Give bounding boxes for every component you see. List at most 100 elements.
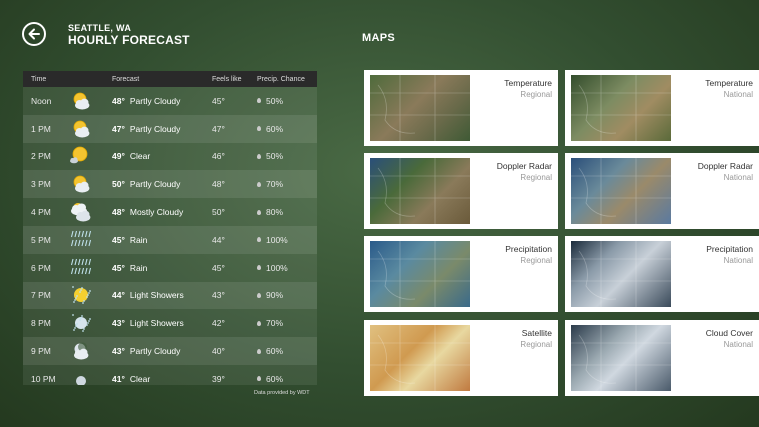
map-outline-icon [571, 158, 671, 224]
map-tile-regional-temp[interactable]: Temperature Regional [364, 70, 558, 146]
time-cell: 8 PM [23, 311, 112, 335]
column-header-time: Time [31, 75, 47, 83]
map-label: Temperature National [705, 78, 753, 99]
column-header-feels-like: Feels like [212, 75, 242, 83]
raindrop-icon [257, 237, 261, 243]
temperature: 48° [112, 95, 125, 106]
table-row: 3 PM 50° Partly Cloudy 48° 70% [23, 170, 317, 199]
feels-like: 45° [212, 262, 225, 273]
partly-cloudy-icon [73, 92, 90, 110]
time-label: 3 PM [31, 179, 51, 190]
time-label: 5 PM [31, 234, 51, 245]
map-name: Satellite [521, 328, 552, 338]
precip-chance: 70% [266, 318, 284, 329]
time-cell: 2 PM [23, 144, 112, 168]
table-row: 1 PM 47° Partly Cloudy 47° 60% [23, 114, 317, 143]
raindrop-icon [257, 126, 261, 132]
feels-like: 50° [212, 207, 225, 218]
time-cell: 7 PM [23, 283, 112, 307]
map-tile-national-cloud[interactable]: Cloud Cover National [565, 320, 759, 396]
forecast-cell: 48° Mostly Cloudy [112, 207, 212, 217]
feels-like: 45° [212, 95, 225, 106]
map-thumbnail [571, 241, 671, 307]
raindrop-icon [257, 348, 261, 354]
map-thumbnail [571, 325, 671, 391]
time-label: 8 PM [31, 318, 51, 329]
forecast-cell: 47° Partly Cloudy [112, 124, 212, 134]
map-thumbnail [370, 75, 470, 141]
raindrop-icon [257, 98, 261, 104]
map-outline-icon [571, 241, 671, 307]
forecast-cell: 45° Rain [112, 235, 212, 245]
map-label: Doppler Radar Regional [497, 161, 552, 182]
back-button[interactable] [22, 22, 46, 46]
map-label: Precipitation National [706, 244, 753, 265]
time-cell: 3 PM [23, 172, 112, 196]
feels-like: 47° [212, 123, 225, 134]
map-tile-national-precip[interactable]: Precipitation National [565, 236, 759, 312]
temperature: 43° [112, 318, 125, 329]
condition: Clear [129, 373, 151, 384]
time-cell: Noon [23, 89, 112, 113]
precip-cell: 50% [257, 151, 317, 161]
time-label: 9 PM [31, 346, 51, 357]
partly-cloudy-icon [73, 175, 90, 193]
temperature: 49° [112, 151, 125, 162]
raindrop-icon [257, 153, 261, 159]
map-name: Doppler Radar [697, 161, 753, 171]
raindrop-icon [257, 265, 261, 271]
light-showers-night-icon [72, 314, 91, 333]
forecast-cell: 41° Clear [112, 374, 212, 384]
map-label: Doppler Radar National [698, 161, 753, 182]
forecast-cell: 49° Clear [112, 151, 212, 161]
map-thumbnail [370, 325, 470, 391]
page-header: SEATTLE, WA HOURLY FORECAST [68, 23, 190, 47]
temperature: 43° [112, 346, 125, 357]
column-header-forecast: Forecast [112, 75, 140, 83]
map-label: Satellite Regional [520, 328, 552, 349]
feels-like: 40° [212, 346, 225, 357]
precip-chance: 100% [266, 262, 288, 273]
precip-cell: 60% [257, 124, 317, 134]
partly-cloudy-icon [73, 120, 90, 138]
precip-chance: 60% [266, 123, 284, 134]
map-tile-national-temp[interactable]: Temperature National [565, 70, 759, 146]
map-scope: Regional [520, 256, 552, 265]
temperature: 50° [112, 179, 125, 190]
map-name: Cloud Cover [705, 328, 753, 338]
forecast-cell: 44° Light Showers [112, 290, 212, 300]
forecast-cell: 45° Rain [112, 263, 212, 273]
map-scope: National [723, 340, 753, 349]
precip-chance: 60% [266, 346, 284, 357]
table-row: 10 PM 41° Clear 39° 60% [23, 364, 317, 385]
raindrop-icon [257, 209, 261, 215]
column-header-precip: Precip. Chance [257, 75, 305, 83]
time-cell: 10 PM [23, 367, 112, 385]
condition: Mostly Cloudy [129, 207, 184, 218]
map-scope: Regional [520, 340, 552, 349]
time-cell: 4 PM [23, 200, 112, 224]
map-tile-regional-radar[interactable]: Doppler Radar Regional [364, 153, 558, 229]
map-thumbnail [370, 158, 470, 224]
precip-cell: 100% [257, 263, 317, 273]
map-tile-regional-satellite[interactable]: Satellite Regional [364, 320, 558, 396]
map-tile-national-radar[interactable]: Doppler Radar National [565, 153, 759, 229]
precip-chance: 50% [266, 151, 284, 162]
temperature: 47° [112, 123, 125, 134]
map-name: Temperature [705, 78, 753, 88]
map-name: Precipitation [505, 244, 552, 254]
precip-chance: 70% [266, 179, 284, 190]
raindrop-icon [257, 292, 261, 298]
feels-like: 48° [212, 179, 225, 190]
page-title: HOURLY FORECAST [68, 33, 190, 47]
map-name: Doppler Radar [496, 161, 552, 171]
temperature: 45° [112, 234, 125, 245]
time-label: 6 PM [31, 262, 51, 273]
time-label: 7 PM [31, 290, 51, 301]
map-outline-icon [571, 325, 671, 391]
feels-like: 39° [212, 373, 225, 384]
forecast-cell: 50° Partly Cloudy [112, 179, 212, 189]
map-tile-regional-precip[interactable]: Precipitation Regional [364, 236, 558, 312]
mostly-cloudy-icon [71, 203, 91, 222]
city-name: SEATTLE, WA [68, 23, 132, 33]
